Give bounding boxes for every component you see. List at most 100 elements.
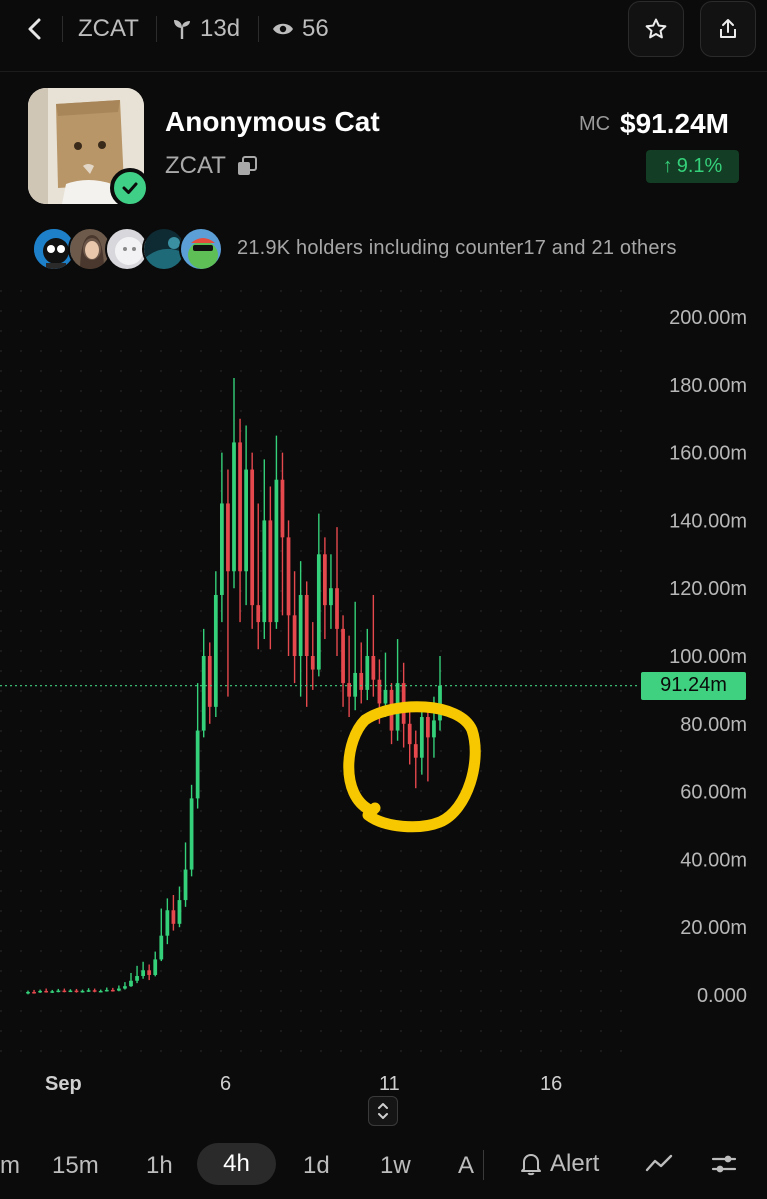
candle-body	[226, 503, 230, 572]
candle-body	[110, 989, 115, 992]
y-axis-tick-label: 40.00m	[680, 849, 747, 871]
star-icon	[645, 18, 667, 39]
candle-body	[407, 723, 412, 745]
candle-body	[62, 990, 67, 993]
y-axis-tick-label: 120.00m	[669, 578, 747, 600]
y-axis-tick-label: 20.00m	[680, 917, 747, 939]
bell-icon	[521, 1154, 541, 1176]
candle-body	[86, 990, 91, 992]
y-axis-tick-label: 140.00m	[669, 510, 747, 532]
candle-body	[50, 991, 55, 993]
sprout-icon	[174, 20, 190, 39]
candle-body	[268, 520, 273, 623]
share-button[interactable]	[700, 1, 756, 57]
candle-body	[298, 594, 303, 656]
copy-icon[interactable]	[236, 155, 258, 182]
price-change-badge: ↑ 9.1%	[646, 150, 739, 183]
timeframe-option[interactable]: 1d	[303, 1152, 330, 1180]
candle-body	[232, 442, 236, 572]
y-axis-tick-label: 60.00m	[680, 782, 747, 804]
favorite-button[interactable]	[628, 1, 684, 57]
candle-body	[377, 679, 382, 704]
chart-grid	[0, 290, 640, 1060]
y-axis-tick-label: 0.000	[697, 985, 747, 1007]
timeframe-option[interactable]: m	[0, 1152, 20, 1180]
holder-avatar[interactable]	[179, 227, 223, 271]
candle-body	[413, 744, 418, 758]
candle-body	[74, 990, 79, 993]
current-price-tag: 91.24m	[641, 671, 746, 700]
candle-body	[159, 935, 164, 960]
token-name: Anonymous Cat	[165, 106, 380, 137]
up-arrow-icon: ↑	[662, 155, 673, 177]
candle-body	[371, 656, 376, 680]
candle-body	[256, 605, 261, 623]
candle-body	[316, 554, 321, 670]
x-axis-label: 6	[220, 1073, 232, 1095]
candle-body	[329, 588, 333, 606]
expand-chart-button[interactable]	[368, 1096, 398, 1126]
candle-body	[359, 672, 364, 690]
candle-body	[426, 717, 430, 738]
candle-body	[195, 730, 200, 799]
candle-body	[80, 990, 85, 993]
settings-button[interactable]	[710, 1152, 738, 1181]
candle-body	[323, 554, 327, 606]
candle-body	[286, 537, 291, 616]
candle-body	[117, 988, 121, 991]
age-text: 13d	[200, 15, 241, 42]
candle-body	[38, 990, 42, 993]
toolbar-divider	[483, 1150, 484, 1180]
price-change-value: 9.1%	[676, 155, 723, 177]
y-axis-tick-label: 80.00m	[680, 714, 747, 736]
watchers-count: 56	[302, 15, 329, 42]
header-symbol: ZCAT	[78, 15, 139, 42]
watchers-indicator: 56	[272, 14, 329, 44]
share-icon	[720, 19, 736, 38]
indicators-button[interactable]	[645, 1152, 673, 1181]
token-symbol: ZCAT	[165, 152, 226, 179]
candle-body	[292, 615, 297, 656]
x-axis-label: 11	[379, 1073, 400, 1095]
timeframe-option[interactable]: 1w	[380, 1152, 411, 1180]
candle-body	[183, 869, 188, 901]
candle-body	[274, 479, 279, 623]
candle-body	[189, 798, 194, 870]
candle-body	[44, 990, 49, 993]
sliders-icon	[711, 1155, 737, 1173]
candle-body	[383, 689, 388, 704]
age-indicator: 13d	[172, 14, 240, 44]
candle-body	[207, 656, 212, 707]
candle-body	[129, 980, 133, 987]
market-cap-label: MC	[579, 113, 611, 135]
candle-body	[147, 970, 152, 975]
y-axis-tick-label: 100.00m	[669, 646, 747, 668]
eye-icon	[273, 23, 293, 35]
candle-body	[201, 656, 206, 731]
timeframe-option[interactable]: A	[458, 1152, 474, 1180]
candle-body	[238, 442, 242, 572]
candle-body	[250, 469, 255, 606]
back-chevron-icon	[28, 18, 41, 40]
candle-body	[32, 991, 36, 994]
back-button[interactable]	[22, 14, 48, 44]
candle-body	[262, 520, 267, 623]
candle-body	[353, 672, 358, 697]
timeframe-option-active[interactable]: 4h	[197, 1143, 276, 1185]
alert-button[interactable]: Alert	[520, 1150, 599, 1178]
holders-summary[interactable]: 21.9K holders including counter17 and 21…	[237, 237, 677, 260]
candle-body	[419, 717, 424, 758]
candle-body	[92, 990, 97, 992]
expand-vertical-icon	[378, 1103, 388, 1119]
y-axis-tick-label: 160.00m	[669, 443, 747, 465]
candle-body	[310, 656, 315, 670]
timeframe-option[interactable]: 1h	[146, 1152, 173, 1180]
candle-body	[123, 986, 127, 989]
y-axis-tick-label: 180.00m	[669, 375, 747, 397]
candle-body	[135, 976, 139, 981]
timeframe-option[interactable]: 15m	[52, 1152, 99, 1180]
y-axis-tick-label: 200.00m	[669, 307, 747, 329]
candle-body	[165, 910, 170, 936]
candle-body	[220, 503, 224, 595]
x-axis-label: Sep	[45, 1073, 82, 1095]
